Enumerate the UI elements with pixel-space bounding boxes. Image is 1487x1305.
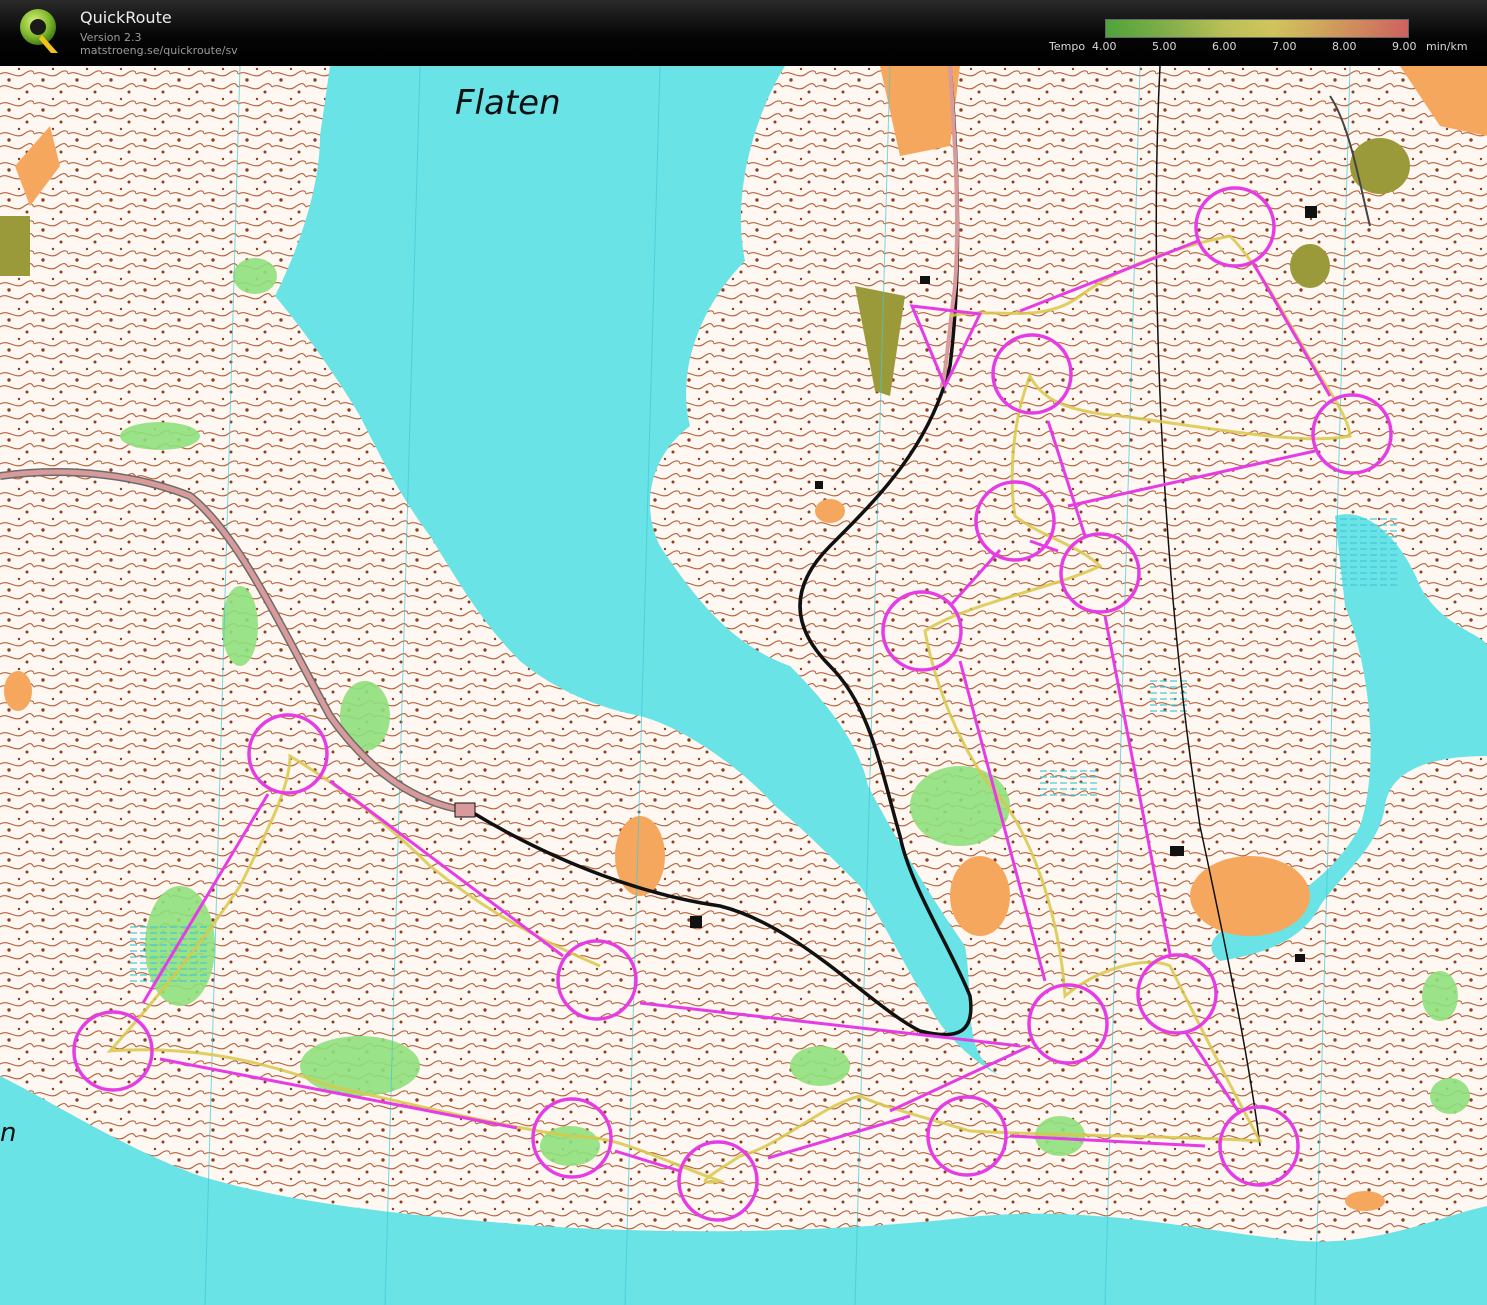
quickroute-window: Q QuickRoute Version 2.3 matstroeng.se/q… [0, 0, 1487, 1305]
tempo-tick-4: 7.00 [1272, 40, 1297, 53]
tempo-color-scale [1105, 19, 1409, 38]
tempo-unit: min/km [1426, 40, 1468, 53]
tempo-tick-1: 4.00 [1092, 40, 1117, 53]
app-url: matstroeng.se/quickroute/sv [80, 44, 238, 57]
app-title: QuickRoute [80, 8, 172, 27]
tempo-legend-label: Tempo [1049, 40, 1086, 53]
app-version: Version 2.3 [80, 31, 142, 44]
quickroute-logo-icon: Q [20, 9, 58, 53]
tempo-tick-3: 6.00 [1212, 40, 1237, 53]
map-edge-text: n [0, 1118, 16, 1148]
orienteering-map[interactable]: Flaten n [0, 66, 1487, 1305]
tempo-tick-6: 9.00 [1392, 40, 1417, 53]
tempo-tick-2: 5.00 [1152, 40, 1177, 53]
place-name-flaten: Flaten [455, 83, 561, 123]
map-canvas: Flaten n [0, 66, 1487, 1305]
header-bar: Q QuickRoute Version 2.3 matstroeng.se/q… [0, 0, 1487, 67]
tempo-tick-5: 8.00 [1332, 40, 1357, 53]
